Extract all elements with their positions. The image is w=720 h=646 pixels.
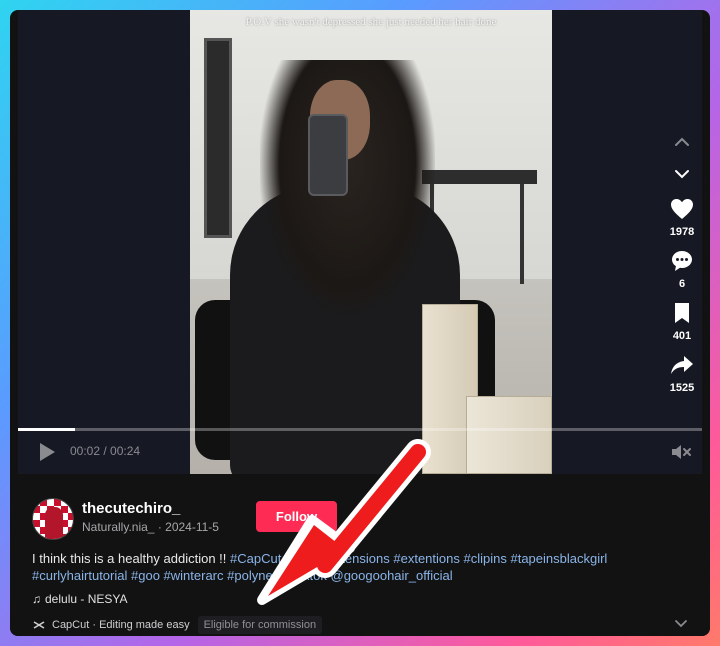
mute-button[interactable] xyxy=(670,442,692,462)
video-detail-window: P.O.V she wasn't depressed she just need… xyxy=(10,10,710,636)
video-player[interactable]: P.O.V she wasn't depressed she just need… xyxy=(18,10,702,474)
next-video-button[interactable] xyxy=(660,158,704,190)
video-caption: P.O.V she wasn't depressed she just need… xyxy=(245,16,497,28)
capcut-icon xyxy=(32,618,46,632)
avatar-figure xyxy=(45,507,63,539)
commission-badge: Eligible for commission xyxy=(197,616,323,634)
mute-icon xyxy=(672,445,691,459)
hashtag-link[interactable]: #tapeinextensions xyxy=(285,551,390,566)
previous-video-button[interactable] xyxy=(660,126,704,158)
comment-action[interactable]: 6 xyxy=(660,248,704,294)
hashtag-link[interactable]: @googoohair_official xyxy=(331,568,453,583)
author-subline: Naturally.nia_ · 2024-11-5 xyxy=(82,520,219,534)
video-description: I think this is a healthy addiction !! #… xyxy=(32,550,672,584)
video-progress-bar[interactable] xyxy=(18,428,702,431)
hashtag-link[interactable]: #tapeinsblackgirl xyxy=(510,551,607,566)
share-action[interactable]: 1525 xyxy=(660,352,704,398)
avatar[interactable] xyxy=(32,498,74,540)
bookmark-icon xyxy=(675,303,689,323)
music-link[interactable]: ♫ delulu - NESYA xyxy=(32,592,127,606)
hashtag-link[interactable]: #winterarc xyxy=(164,568,224,583)
chevron-down-icon xyxy=(675,620,687,628)
share-icon xyxy=(671,356,693,374)
share-count: 1525 xyxy=(669,382,695,394)
like-action[interactable]: 1978 xyxy=(660,196,704,242)
play-icon xyxy=(40,443,55,461)
like-count: 1978 xyxy=(669,226,695,238)
chevron-up-icon xyxy=(675,137,689,146)
time-display: 00:02 / 00:24 xyxy=(70,444,141,458)
video-frame[interactable]: P.O.V she wasn't depressed she just need… xyxy=(190,10,552,474)
save-action[interactable]: 401 xyxy=(660,300,704,346)
heart-icon xyxy=(671,199,693,219)
capcut-link[interactable]: CapCut · Editing made easy xyxy=(52,619,190,631)
video-phone xyxy=(308,114,348,196)
footer-row: CapCut · Editing made easy Eligible for … xyxy=(32,615,323,635)
hashtag-link[interactable]: #polynesiantiktok xyxy=(227,568,327,583)
hashtag-link[interactable]: #extentions xyxy=(393,551,460,566)
video-controls: 00:02 / 00:24 xyxy=(18,440,702,470)
video-progress-fill xyxy=(18,428,75,431)
video-salon-table xyxy=(422,170,537,184)
follow-button[interactable]: Follow xyxy=(256,501,337,532)
music-note-icon: ♫ xyxy=(32,592,41,606)
description-text: I think this is a healthy addiction !! xyxy=(32,551,230,566)
video-info-panel: thecutechiro_ Naturally.nia_ · 2024-11-5… xyxy=(10,474,710,636)
hashtag-link[interactable]: #curlyhairtutorial xyxy=(32,568,127,583)
comment-count: 6 xyxy=(678,278,686,290)
chevron-down-icon xyxy=(675,170,689,179)
video-table-leg xyxy=(520,184,524,284)
comment-icon xyxy=(672,251,692,271)
author-username[interactable]: thecutechiro_ xyxy=(82,500,180,517)
music-label: delulu - NESYA xyxy=(45,592,128,606)
play-button[interactable] xyxy=(38,442,56,462)
video-mirror xyxy=(204,38,232,238)
expand-description-button[interactable] xyxy=(674,616,690,630)
hashtag-link[interactable]: #goo xyxy=(131,568,160,583)
hashtag-link[interactable]: #CapCut xyxy=(230,551,281,566)
side-action-bar: 1978 6 401 1525 xyxy=(660,126,704,398)
save-count: 401 xyxy=(672,330,692,342)
hashtag-link[interactable]: #clipins xyxy=(464,551,507,566)
